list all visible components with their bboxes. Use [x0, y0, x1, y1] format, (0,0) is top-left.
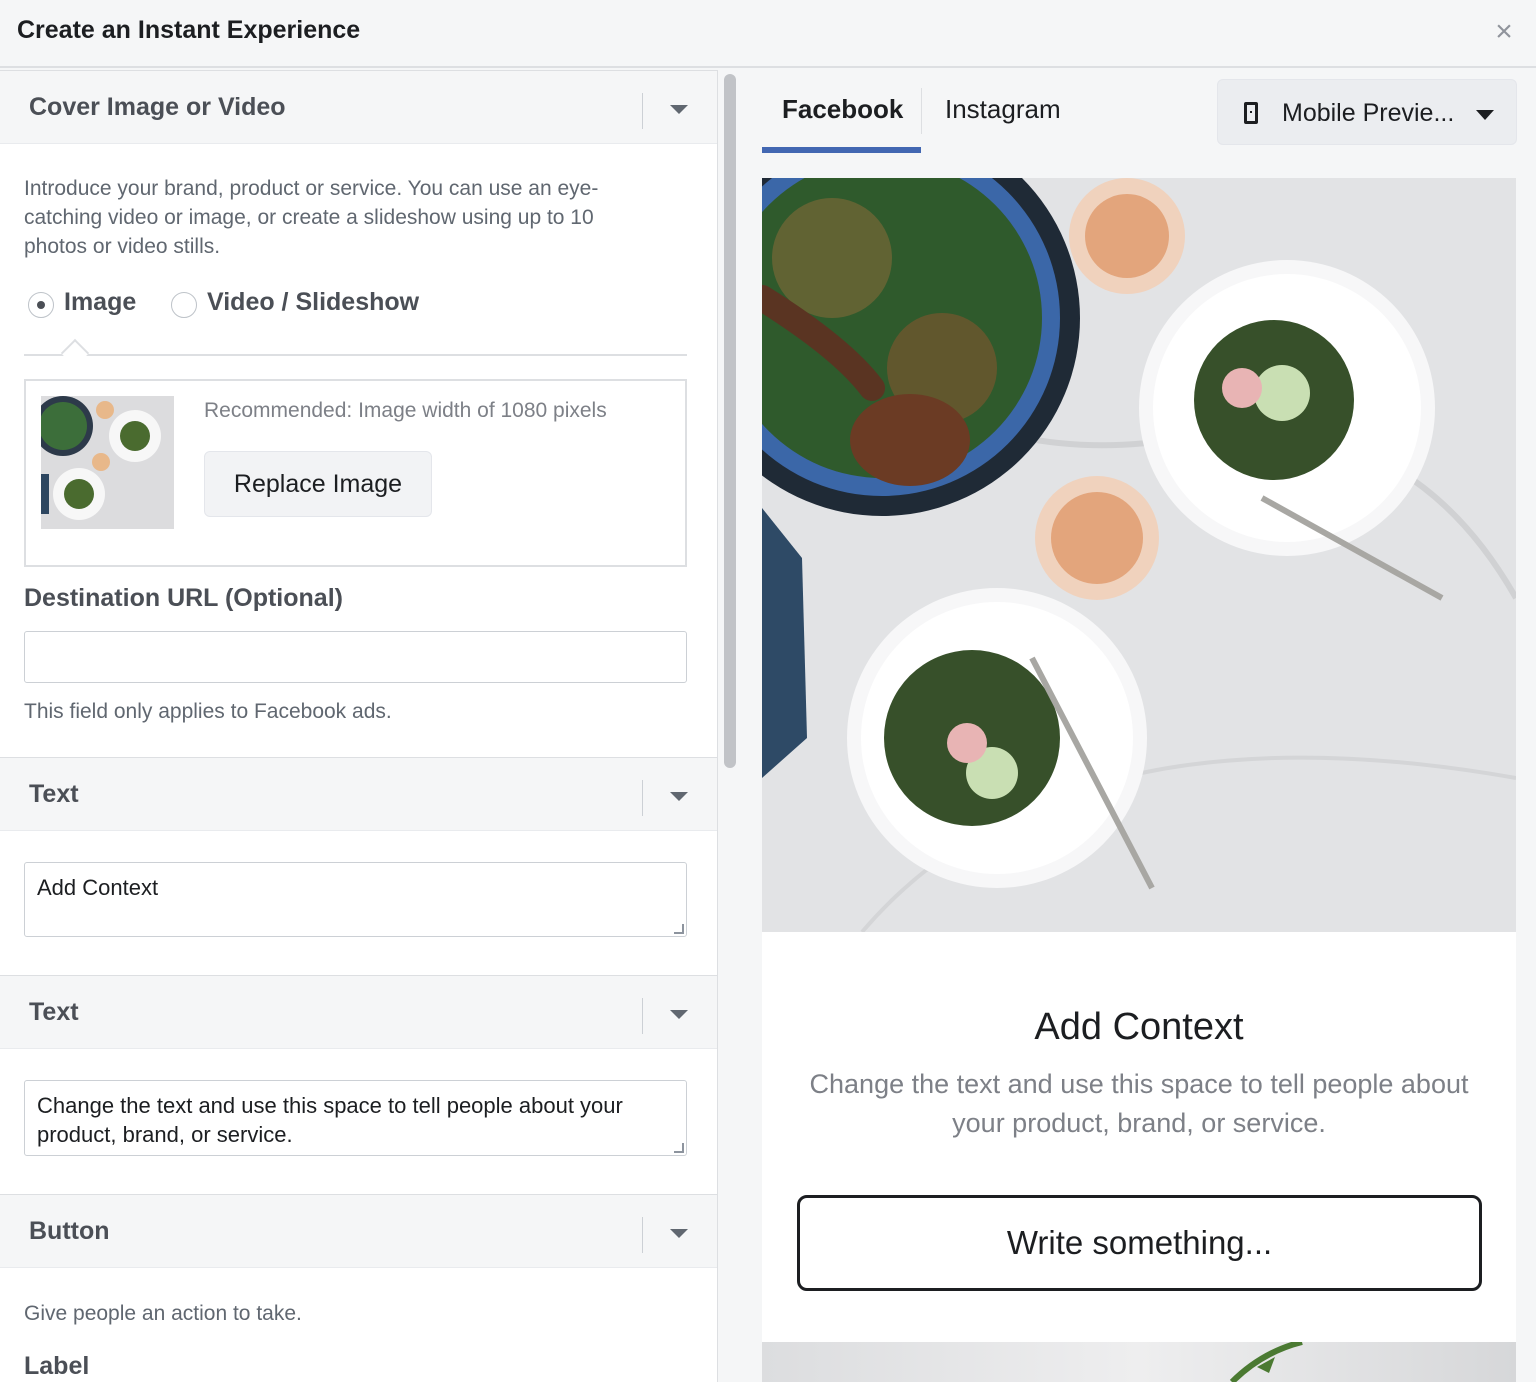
- divider: [642, 93, 643, 129]
- mobile-phone-icon: [1244, 102, 1258, 124]
- resize-grip-icon[interactable]: [674, 1143, 684, 1153]
- destination-url-label: Destination URL (Optional): [24, 584, 343, 612]
- headline-textarea[interactable]: Add Context: [24, 862, 687, 937]
- editor-panel: Cover Image or Video Introduce your bran…: [0, 70, 718, 1382]
- selection-pointer: [60, 338, 90, 368]
- body-text: Change the text and use this space to te…: [37, 1093, 623, 1147]
- image-recommendation: Recommended: Image width of 1080 pixels: [204, 399, 607, 422]
- section-header-text-1[interactable]: Text: [0, 757, 717, 831]
- button-label-heading: Label: [24, 1352, 90, 1380]
- preview-context-body: Change the text and use this space to te…: [809, 1069, 1469, 1138]
- preview-context-title: Add Context: [1034, 1006, 1244, 1048]
- cover-image: [762, 178, 1516, 932]
- resize-grip-icon[interactable]: [674, 924, 684, 934]
- destination-url-help: This field only applies to Facebook ads.: [24, 700, 392, 723]
- radio-image-label[interactable]: Image: [64, 288, 136, 317]
- radio-video-slideshow[interactable]: [171, 292, 197, 318]
- device-preview-label: Mobile Previe...: [1282, 99, 1455, 127]
- body-textarea[interactable]: Change the text and use this space to te…: [24, 1080, 687, 1156]
- next-image-peek: [762, 1342, 1516, 1382]
- image-thumbnail[interactable]: [41, 396, 174, 529]
- radio-video-slideshow-label[interactable]: Video / Slideshow: [207, 288, 419, 317]
- chevron-down-icon: [1476, 110, 1494, 120]
- divider: [642, 998, 643, 1034]
- scrollbar-thumb[interactable]: [724, 74, 736, 768]
- scrollbar[interactable]: [720, 70, 740, 1382]
- option-divider: [24, 354, 687, 356]
- mobile-preview-frame: Add Context Change the text and use this…: [762, 178, 1516, 1382]
- chevron-down-icon[interactable]: [670, 792, 688, 801]
- dialog-title: Create an Instant Experience: [17, 16, 361, 44]
- section-title: Text: [29, 780, 79, 808]
- preview-panel: Facebook Instagram Mobile Previe... Add …: [740, 70, 1536, 1382]
- radio-image[interactable]: [28, 292, 54, 318]
- image-upload-box: Recommended: Image width of 1080 pixels …: [24, 379, 687, 567]
- active-tab-indicator: [762, 147, 921, 153]
- section-title: Text: [29, 998, 79, 1026]
- tab-facebook[interactable]: Facebook: [782, 94, 903, 125]
- preview-cta-button[interactable]: Write something...: [797, 1195, 1482, 1291]
- divider: [642, 780, 643, 816]
- divider: [642, 1217, 643, 1253]
- destination-url-input[interactable]: [24, 631, 687, 683]
- chevron-down-icon[interactable]: [670, 1229, 688, 1238]
- section-header-cover[interactable]: Cover Image or Video: [0, 70, 717, 144]
- tab-separator: [921, 88, 922, 134]
- chevron-down-icon[interactable]: [670, 1010, 688, 1019]
- dialog-header: Create an Instant Experience ×: [0, 0, 1536, 68]
- close-icon[interactable]: ×: [1490, 14, 1518, 50]
- section-title: Button: [29, 1217, 110, 1245]
- device-preview-dropdown[interactable]: Mobile Previe...: [1217, 79, 1517, 145]
- button-description: Give people an action to take.: [24, 1302, 302, 1325]
- headline-text: Add Context: [37, 875, 159, 900]
- cover-description: Introduce your brand, product or service…: [24, 177, 599, 258]
- chevron-down-icon[interactable]: [670, 105, 688, 114]
- tab-instagram[interactable]: Instagram: [945, 94, 1061, 125]
- section-header-button[interactable]: Button: [0, 1194, 717, 1268]
- section-title: Cover Image or Video: [29, 93, 286, 121]
- section-header-text-2[interactable]: Text: [0, 975, 717, 1049]
- replace-image-button[interactable]: Replace Image: [204, 451, 432, 517]
